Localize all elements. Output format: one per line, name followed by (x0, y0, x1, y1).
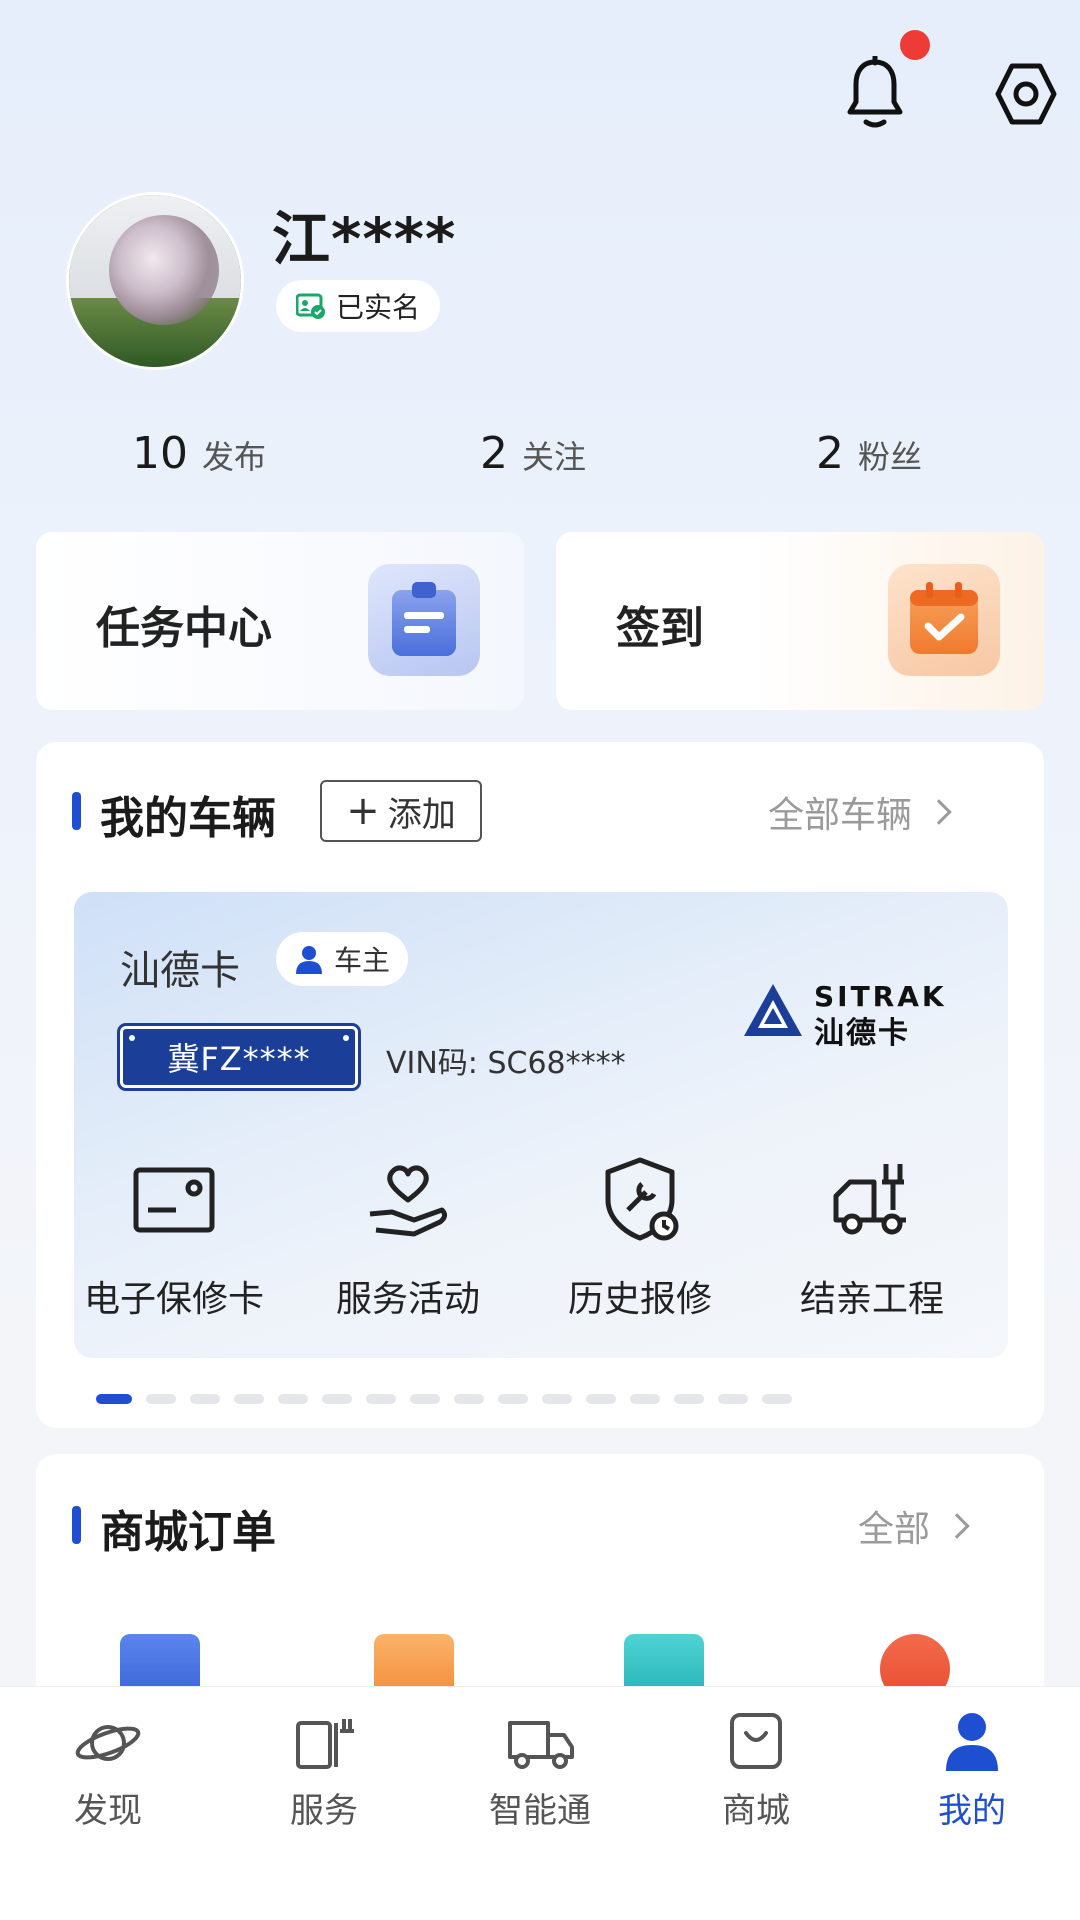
pager-dot[interactable] (586, 1394, 616, 1404)
stat-fans[interactable]: 2 粉丝 (816, 428, 922, 479)
nav-mine[interactable]: 我的 (892, 1709, 1052, 1832)
nav-label: 我的 (938, 1791, 1006, 1831)
stat-posts[interactable]: 10 发布 (132, 428, 266, 479)
orders-title: 商城订单 (100, 1507, 276, 1558)
pager-dot[interactable] (542, 1394, 572, 1404)
section-accent-bar (72, 792, 81, 830)
func-label: 结亲工程 (799, 1279, 944, 1320)
owner-badge: 车主 (276, 932, 409, 986)
stat-label: 发布 (202, 438, 267, 476)
nav-smart[interactable]: 智能通 (460, 1709, 620, 1832)
nav-label: 发现 (74, 1791, 142, 1831)
stat-value: 2 (480, 428, 508, 479)
stat-value: 10 (132, 428, 188, 479)
stat-value: 2 (816, 428, 844, 479)
vehicle-card[interactable]: 汕德卡 车主 冀FZ**** VIN码: SC68**** SITRAK 汕德卡 (74, 892, 1008, 1358)
shipped-icon[interactable] (624, 1634, 704, 1694)
logo-text-cn: 汕德卡 (814, 1016, 910, 1051)
shield-wrench-icon (605, 1157, 679, 1241)
calendar-check-icon (888, 564, 1000, 676)
license-plate: 冀FZ**** (117, 1023, 361, 1091)
chevron-right-icon (926, 799, 952, 825)
truck-wrench-icon (833, 1164, 906, 1235)
all-vehicles-label: 全部车辆 (768, 795, 913, 836)
verified-label: 已实名 (336, 291, 421, 324)
nav-mall[interactable]: 商城 (676, 1709, 836, 1832)
bottom-navigation: 发现 服务 智能通 商城 我的 (0, 1686, 1080, 1920)
nav-label: 智能通 (489, 1791, 591, 1831)
user-icon (946, 1713, 998, 1771)
all-vehicles-link[interactable]: 全部车辆 (768, 786, 952, 838)
warranty-card-icon (133, 1167, 215, 1233)
pager-dot[interactable] (674, 1394, 704, 1404)
pager-dot[interactable] (322, 1394, 352, 1404)
verified-badge: 已实名 (276, 280, 441, 332)
pager-dot[interactable] (96, 1394, 132, 1404)
notification-dot (900, 30, 930, 60)
my-vehicles-section: 我的车辆 + 添加 全部车辆 汕德卡 车主 冀FZ**** VIN码: SC68… (36, 742, 1044, 1428)
pager-dot[interactable] (190, 1394, 220, 1404)
sitrak-logo: SITRAK 汕德卡 (742, 980, 964, 1051)
bell-icon[interactable] (844, 56, 906, 130)
bonding-project-button[interactable]: 结亲工程 (772, 1154, 972, 1322)
vehicles-title: 我的车辆 (100, 793, 276, 844)
shopping-bag-icon (730, 1713, 782, 1769)
pager-dot[interactable] (498, 1394, 528, 1404)
owner-label: 车主 (334, 944, 391, 977)
owner-icon (296, 946, 322, 974)
plus-icon: + (346, 788, 380, 834)
stat-label: 关注 (522, 438, 587, 476)
profile-stats: 10 发布 2 关注 2 粉丝 (0, 428, 1080, 488)
repair-history-button[interactable]: 历史报修 (540, 1154, 740, 1322)
nav-discover[interactable]: 发现 (28, 1709, 188, 1832)
pending-payment-icon[interactable] (120, 1634, 200, 1694)
warranty-card-button[interactable]: 电子保修卡 (74, 1154, 274, 1322)
sign-in-card[interactable]: 签到 (556, 532, 1044, 710)
settings-icon[interactable] (994, 62, 1058, 126)
section-accent-bar (72, 1506, 81, 1544)
id-verified-icon (296, 293, 325, 319)
vehicle-brand: 汕德卡 (120, 948, 240, 994)
stat-label: 粉丝 (858, 438, 923, 476)
pager-dot[interactable] (234, 1394, 264, 1404)
carousel-pager[interactable] (96, 1394, 792, 1404)
planet-icon (75, 1725, 141, 1761)
pager-dot[interactable] (454, 1394, 484, 1404)
all-orders-link[interactable]: 全部 (858, 1500, 970, 1552)
pager-dot[interactable] (762, 1394, 792, 1404)
nav-service[interactable]: 服务 (244, 1709, 404, 1832)
nav-label: 商城 (722, 1791, 790, 1831)
task-center-card[interactable]: 任务中心 (36, 532, 524, 710)
pager-dot[interactable] (366, 1394, 396, 1404)
nav-label: 服务 (290, 1791, 358, 1831)
func-label: 服务活动 (335, 1279, 480, 1320)
clipboard-icon (368, 564, 480, 676)
func-label: 电子保修卡 (83, 1279, 264, 1320)
truck-icon (508, 1721, 574, 1769)
pager-dot[interactable] (146, 1394, 176, 1404)
pending-shipment-icon[interactable] (374, 1634, 454, 1694)
pager-dot[interactable] (410, 1394, 440, 1404)
vin-text: VIN码: SC68**** (386, 1046, 626, 1081)
stat-following[interactable]: 2 关注 (480, 428, 586, 479)
add-label: 添加 (387, 794, 456, 835)
pager-dot[interactable] (630, 1394, 660, 1404)
sign-in-title: 签到 (616, 603, 704, 654)
pager-dot[interactable] (718, 1394, 748, 1404)
service-activity-button[interactable]: 服务活动 (308, 1154, 508, 1322)
service-icon (296, 1719, 354, 1769)
user-name: 江**** (272, 205, 457, 273)
pager-dot[interactable] (278, 1394, 308, 1404)
all-orders-label: 全部 (858, 1509, 931, 1550)
avatar[interactable] (66, 192, 244, 370)
func-label: 历史报修 (567, 1279, 712, 1320)
heart-hand-icon (369, 1165, 448, 1237)
chevron-right-icon (944, 1513, 970, 1539)
task-center-title: 任务中心 (96, 603, 272, 654)
add-vehicle-button[interactable]: + 添加 (320, 780, 482, 842)
